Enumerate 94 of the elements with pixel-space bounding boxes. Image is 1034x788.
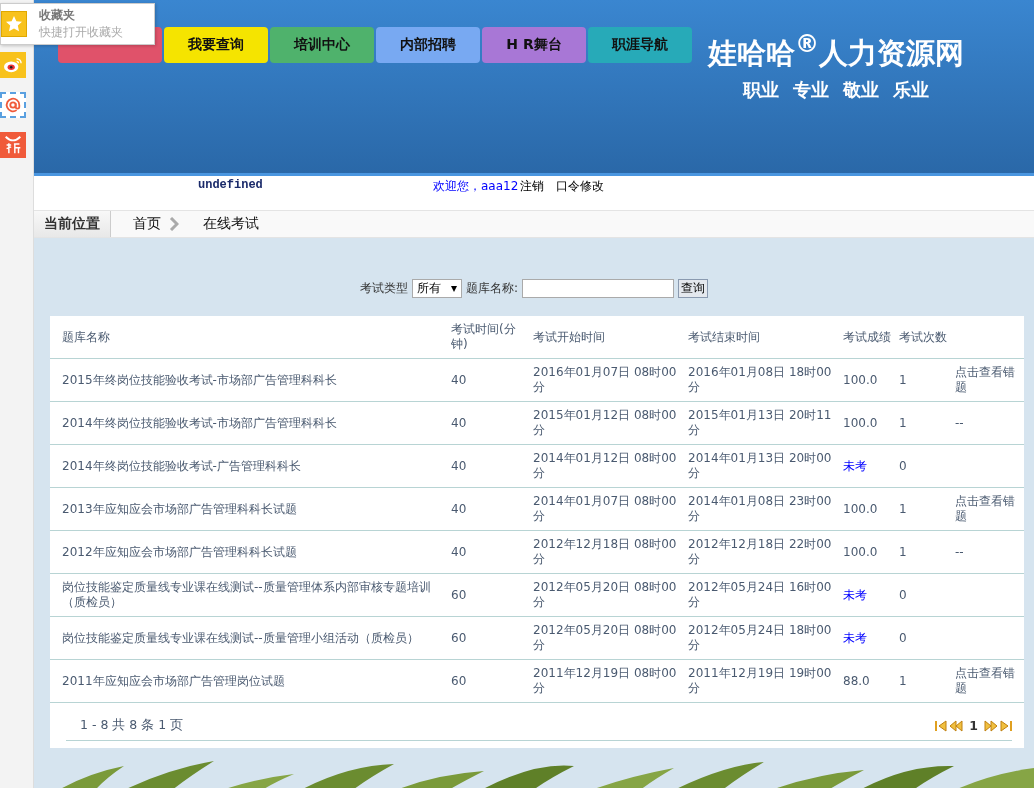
column-header: 考试成绩 (840, 316, 896, 359)
score-cell: 未考 (840, 573, 896, 617)
start-time-cell: 2015年01月12日 08时00分 (530, 401, 685, 445)
attempts-cell: 0 (896, 616, 952, 660)
score-cell: 未考 (840, 444, 896, 488)
caret-icon (450, 285, 457, 292)
end-time-cell: 2015年01月13日 20时11分 (685, 401, 840, 445)
slogan-word: 职业 (743, 77, 780, 102)
breadcrumb-label: 当前位置 (34, 211, 111, 237)
welcome-text: 欢迎您，aaa12 (433, 178, 519, 195)
review-link[interactable]: -- (952, 530, 1024, 574)
end-time-cell: 2011年12月19日 19时00分 (685, 659, 840, 703)
start-time-cell: 2014年01月07日 08时00分 (530, 487, 685, 531)
slogan-word: 专业 (793, 77, 830, 102)
breadcrumb-link[interactable]: 在线考试 (203, 215, 259, 233)
attempts-cell: 1 (896, 487, 952, 531)
end-time-cell: 2014年01月13日 20时00分 (685, 444, 840, 488)
chevron-icon (169, 217, 179, 231)
discount-icon[interactable] (0, 132, 26, 158)
score-cell: 88.0 (840, 659, 896, 703)
score-cell: 100.0 (840, 358, 896, 402)
attempts-cell: 1 (896, 401, 952, 445)
slogan-word: 乐业 (893, 77, 930, 102)
duration-cell: 40 (448, 530, 530, 574)
exam-type-label: 考试类型 (359, 280, 408, 297)
exam-name-cell: 2012年应知应会市场部广告管理科科长试题 (50, 530, 448, 574)
review-link[interactable]: 点击查看错题 (952, 487, 1024, 531)
attempts-cell: 0 (896, 444, 952, 488)
exam-type-select[interactable]: 所有 (411, 279, 462, 298)
duration-cell: 60 (448, 616, 530, 660)
score-cell: 100.0 (840, 530, 896, 574)
column-header: 考试次数 (896, 316, 952, 359)
column-header: 考试时间(分钟) (448, 316, 530, 359)
bank-name-field[interactable] (522, 279, 674, 298)
nav-tab[interactable]: 我要查询 (164, 27, 268, 63)
at-icon[interactable] (0, 92, 26, 118)
end-time-cell: 2012年05月24日 16时00分 (685, 573, 840, 617)
query-button[interactable]: 查询 (678, 279, 708, 298)
bank-name-label: 题库名称: (465, 280, 518, 297)
popup-subtitle: 快捷打开收藏夹 (39, 24, 123, 41)
current-page[interactable]: 1 (969, 718, 978, 733)
last-page-icon[interactable] (1000, 719, 1012, 732)
start-time-cell: 2011年12月19日 08时00分 (530, 659, 685, 703)
attempts-cell: 0 (896, 573, 952, 617)
duration-cell: 60 (448, 573, 530, 617)
score-cell: 100.0 (840, 487, 896, 531)
exam-name-cell: 2014年终岗位技能验收考试-市场部广告管理科科长 (50, 401, 448, 445)
exam-name-cell: 2013年应知应会市场部广告管理科科长试题 (50, 487, 448, 531)
end-time-cell: 2014年01月08日 23时00分 (685, 487, 840, 531)
start-time-cell: 2012年05月20日 08时00分 (530, 573, 685, 617)
duration-cell: 40 (448, 401, 530, 445)
score-cell: 未考 (840, 616, 896, 660)
nav-tab[interactable]: 培训中心 (270, 27, 374, 63)
logout-link[interactable]: 注销 (520, 178, 545, 195)
exam-name-cell: 2011年应知应会市场部广告管理岗位试题 (50, 659, 448, 703)
review-link[interactable]: -- (952, 401, 1024, 445)
duration-cell: 60 (448, 659, 530, 703)
department-label: undefined (198, 178, 264, 192)
start-time-cell: 2012年12月18日 08时00分 (530, 530, 685, 574)
change-password-link[interactable]: 口令修改 (556, 178, 605, 195)
exam-name-cell: 2015年终岗位技能验收考试-市场部广告管理科科长 (50, 358, 448, 402)
slogan-word: 敬业 (843, 77, 880, 102)
exam-name-cell: 2014年终岗位技能验收考试-广告管理科科长 (50, 444, 448, 488)
end-time-cell: 2016年01月08日 18时00分 (685, 358, 840, 402)
popup-title: 收藏夹 (39, 7, 76, 24)
site-logo: 娃哈哈$^{®}$人力资源网 (708, 30, 965, 72)
exam-name-cell: 岗位技能鉴定质量线专业课在线测试--质量管理体系内部审核专题培训（质检员） (50, 573, 448, 617)
duration-cell: 40 (448, 358, 530, 402)
column-header: 考试结束时间 (685, 316, 840, 359)
weibo-icon[interactable] (0, 52, 26, 78)
previous-page-icon[interactable] (949, 719, 964, 732)
nav-tab[interactable]: H R舞台 (482, 27, 586, 63)
duration-cell: 40 (448, 444, 530, 488)
duration-cell: 40 (448, 487, 530, 531)
attempts-cell: 1 (896, 530, 952, 574)
end-time-cell: 2012年12月18日 22时00分 (685, 530, 840, 574)
exam-name-cell: 岗位技能鉴定质量线专业课在线测试--质量管理小组活动（质检员） (50, 616, 448, 660)
start-time-cell: 2016年01月07日 08时00分 (530, 358, 685, 402)
pager-summary: 1 - 8 共 8 条 1 页 (80, 717, 184, 734)
score-cell: 100.0 (840, 401, 896, 445)
first-page-icon[interactable] (935, 719, 948, 732)
column-header: 考试开始时间 (530, 316, 685, 359)
start-time-cell: 2014年01月12日 08时00分 (530, 444, 685, 488)
nav-tab[interactable]: 内部招聘 (376, 27, 480, 63)
breadcrumb-link[interactable]: 首页 (133, 215, 161, 233)
column-header: 题库名称 (50, 316, 448, 359)
attempts-cell: 1 (896, 358, 952, 402)
attempts-cell: 1 (896, 659, 952, 703)
next-page-icon[interactable] (984, 719, 998, 732)
start-time-cell: 2012年05月20日 08时00分 (530, 616, 685, 660)
end-time-cell: 2012年05月24日 18时00分 (685, 616, 840, 660)
review-link[interactable]: 点击查看错题 (952, 358, 1024, 402)
review-link[interactable]: 点击查看错题 (952, 659, 1024, 703)
nav-tab[interactable]: 职涯导航 (588, 27, 692, 63)
